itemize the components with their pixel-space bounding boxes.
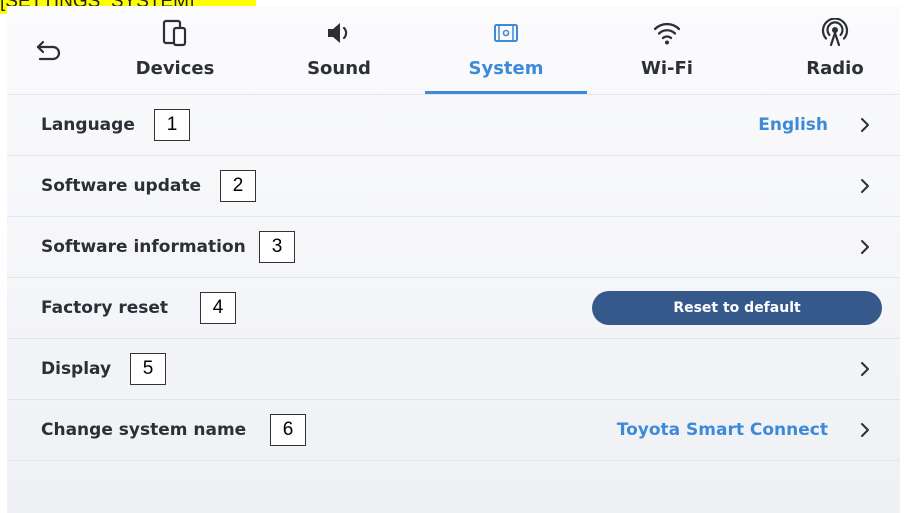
setting-row-software-information[interactable]: Software information 3 xyxy=(7,217,900,278)
setting-row-display[interactable]: Display 5 xyxy=(7,339,900,400)
tab-wifi-label: Wi-Fi xyxy=(641,58,693,79)
settings-tab-bar: Devices Sound System Wi-Fi Radio xyxy=(7,6,900,94)
system-name-value: Toyota Smart Connect xyxy=(616,420,828,440)
speaker-icon xyxy=(328,23,348,43)
chevron-right-icon xyxy=(861,118,869,132)
setting-row-change-system-name[interactable]: Change system name 6 Toyota Smart Connec… xyxy=(7,400,900,461)
callout-marker: 1 xyxy=(154,109,190,141)
tab-sound[interactable]: Sound xyxy=(279,6,399,94)
setting-label-software-update: Software update xyxy=(41,176,202,196)
system-icon xyxy=(494,24,518,42)
callout-marker: 2 xyxy=(220,170,256,202)
callout-marker: 5 xyxy=(130,353,166,385)
setting-row-factory-reset: Factory reset 4 Reset to default xyxy=(7,278,900,339)
tab-radio[interactable]: Radio xyxy=(775,6,895,94)
chevron-right-icon xyxy=(861,423,869,437)
callout-marker: 4 xyxy=(200,292,236,324)
tab-devices[interactable]: Devices xyxy=(115,6,235,94)
setting-label-factory-reset: Factory reset xyxy=(41,298,169,318)
tab-devices-label: Devices xyxy=(135,58,215,79)
setting-label-change-system-name: Change system name xyxy=(41,420,247,440)
chevron-right-icon xyxy=(861,362,869,376)
settings-screen: Devices Sound System Wi-Fi Radio Languag… xyxy=(7,6,900,513)
wifi-icon xyxy=(653,22,681,45)
devices-icon xyxy=(162,19,187,47)
setting-label-software-information: Software information xyxy=(41,237,246,257)
callout-marker: 6 xyxy=(270,414,306,446)
tab-wifi[interactable]: Wi-Fi xyxy=(607,6,727,94)
tab-radio-label: Radio xyxy=(806,58,864,79)
back-button[interactable] xyxy=(33,36,65,68)
tab-system-label: System xyxy=(468,58,544,79)
callout-marker: 3 xyxy=(259,231,295,263)
setting-label-language: Language xyxy=(41,115,135,135)
chevron-right-icon xyxy=(861,240,869,254)
setting-label-display: Display xyxy=(41,359,112,379)
chevron-right-icon xyxy=(861,179,869,193)
tab-system[interactable]: System xyxy=(425,6,587,94)
setting-row-language[interactable]: Language 1 English xyxy=(7,95,900,156)
radio-icon xyxy=(821,18,849,47)
tab-sound-label: Sound xyxy=(307,58,371,79)
reset-to-default-button[interactable]: Reset to default xyxy=(592,291,882,325)
back-arrow-icon xyxy=(36,40,61,61)
setting-row-software-update[interactable]: Software update 2 xyxy=(7,156,900,217)
language-value: English xyxy=(758,115,828,135)
